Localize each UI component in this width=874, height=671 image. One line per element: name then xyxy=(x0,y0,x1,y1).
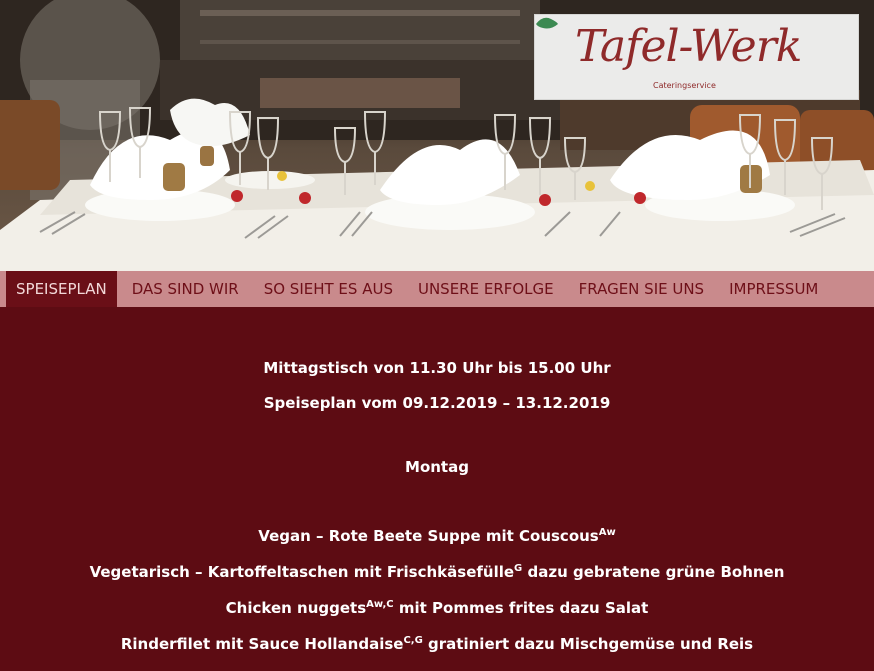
dish-side: gratiniert dazu Mischgemüse und Reis xyxy=(422,635,754,653)
menu-period: Speiseplan vom 09.12.2019 – 13.12.2019 xyxy=(263,394,611,412)
allergen-codes: Aw,C xyxy=(366,599,394,610)
dish-side: mit Pommes frites dazu Salat xyxy=(393,599,649,617)
dish-item: Vegetarisch – Kartoffeltaschen mit Frisc… xyxy=(0,563,874,581)
allergen-codes: C,G xyxy=(403,635,423,646)
dish-item: Vegan – Rote Beete Suppe mit CouscousAw xyxy=(0,527,874,545)
hero-photo: Tafel-Werk Cateringservice xyxy=(0,0,874,271)
dish-name: Vegan – Rote Beete Suppe mit Couscous xyxy=(258,527,599,545)
menu-content: Mittagstisch von 11.30 Uhr bis 15.00 Uhr… xyxy=(0,307,874,671)
nav-item-impressum[interactable]: IMPRESSUM xyxy=(719,271,828,307)
dish-name: Vegetarisch – Kartoffeltaschen mit Frisc… xyxy=(89,563,515,581)
dish-name: Rinderfilet mit Sauce Hollandaise xyxy=(120,635,404,653)
logo-wordmark: Tafel-Werk xyxy=(575,21,802,72)
dish-side: dazu gebratene grüne Bohnen xyxy=(522,563,785,581)
logo-subtitle: Cateringservice xyxy=(653,81,716,90)
dish-item: Rinderfilet mit Sauce HollandaiseC,G gra… xyxy=(0,635,874,653)
day-heading: Montag xyxy=(405,458,469,476)
nav-item-speiseplan[interactable]: SPEISEPLAN xyxy=(6,271,117,307)
allergen-codes: Aw xyxy=(598,527,616,538)
dish-name: Chicken nuggets xyxy=(225,599,367,617)
nav-item-fragen-sie-uns[interactable]: FRAGEN SIE UNS xyxy=(569,271,714,307)
nav-item-unsere-erfolge[interactable]: UNSERE ERFOLGE xyxy=(408,271,564,307)
leaf-icon xyxy=(536,17,558,29)
nav-item-das-sind-wir[interactable]: DAS SIND WIR xyxy=(122,271,249,307)
dish-item: Chicken nuggetsAw,C mit Pommes frites da… xyxy=(0,599,874,617)
main-nav: SPEISEPLAN DAS SIND WIR SO SIEHT ES AUS … xyxy=(0,271,874,307)
brand-logo[interactable]: Tafel-Werk Cateringservice xyxy=(534,14,859,100)
nav-item-so-sieht-es-aus[interactable]: SO SIEHT ES AUS xyxy=(254,271,403,307)
opening-hours: Mittagstisch von 11.30 Uhr bis 15.00 Uhr xyxy=(263,359,611,377)
